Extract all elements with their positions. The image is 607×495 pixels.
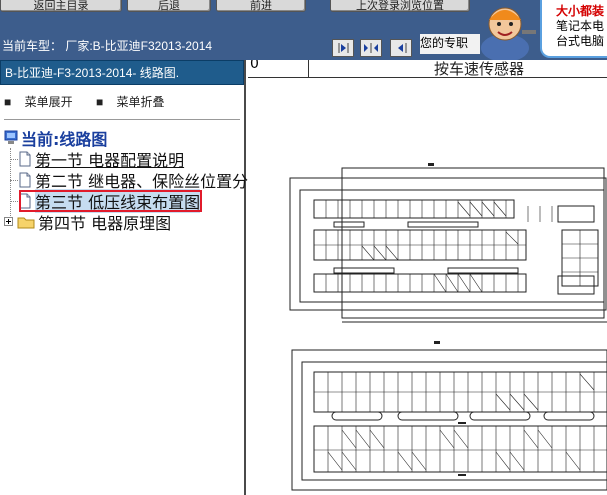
selection-highlight bbox=[19, 190, 202, 212]
tree-item-section-2[interactable]: 第二节 继电器、保险丝位置分布图 bbox=[18, 171, 280, 191]
last-position-button[interactable]: 上次登录浏览位置 bbox=[330, 0, 470, 12]
ad-banner[interactable]: 大小都装 笔记本电 台式电脑 bbox=[540, 0, 607, 58]
tree-line bbox=[10, 201, 18, 202]
expand-menu-button[interactable]: ■ 菜单展开 bbox=[4, 95, 83, 109]
square-bullet-icon: ■ bbox=[95, 95, 107, 109]
computer-icon bbox=[4, 130, 18, 144]
tree-item-section-1[interactable]: 第一节 电器配置说明 bbox=[18, 150, 184, 170]
expand-menu-label: 菜单展开 bbox=[24, 95, 73, 109]
nav-prev-button[interactable] bbox=[390, 39, 412, 57]
tree-item-section-4[interactable]: 第四节 电器原理图 bbox=[4, 213, 172, 233]
collapse-menu-label: 菜单折叠 bbox=[116, 95, 165, 109]
tree-line bbox=[10, 159, 18, 160]
ad-line-2: 笔记本电 bbox=[556, 19, 605, 33]
folder-icon bbox=[17, 217, 35, 229]
collapse-menu-button[interactable]: ■ 菜单折叠 bbox=[96, 95, 175, 109]
fit-width-icon bbox=[364, 43, 378, 53]
ad-line-1: 大小都装 bbox=[556, 4, 605, 18]
play-icon bbox=[338, 43, 349, 53]
document-icon bbox=[19, 172, 31, 188]
nav-fit-button[interactable] bbox=[360, 39, 382, 57]
back-button[interactable]: 后退 bbox=[127, 0, 211, 12]
nav-next-button[interactable] bbox=[332, 39, 354, 57]
expand-plus-icon[interactable] bbox=[4, 217, 14, 227]
square-bullet-icon: ■ bbox=[4, 95, 15, 109]
home-button[interactable]: 返回主目录 bbox=[0, 0, 122, 12]
diagram-viewer: 0 按车速传感器 bbox=[248, 60, 607, 495]
tree-header: B-比亚迪-F3-2013-2014- 线路图. bbox=[0, 60, 244, 85]
connector-diagram bbox=[289, 163, 607, 491]
tree-line bbox=[10, 180, 18, 181]
tree-item-label: 第四节 电器原理图 bbox=[38, 214, 172, 233]
back-icon bbox=[398, 43, 407, 53]
car-model-label: 当前车型： 厂家:B-比亚迪F32013-2014 bbox=[2, 39, 213, 53]
document-icon bbox=[19, 151, 31, 167]
forward-button[interactable]: 前进 bbox=[216, 0, 306, 12]
divider bbox=[4, 119, 240, 120]
ad-line-3: 台式电脑 bbox=[556, 34, 605, 48]
menu-controls: ■ 菜单展开 ■ 菜单折叠 bbox=[0, 85, 244, 117]
tree-root[interactable]: 当前:线路图 bbox=[4, 129, 107, 149]
mascot-image bbox=[470, 0, 540, 62]
